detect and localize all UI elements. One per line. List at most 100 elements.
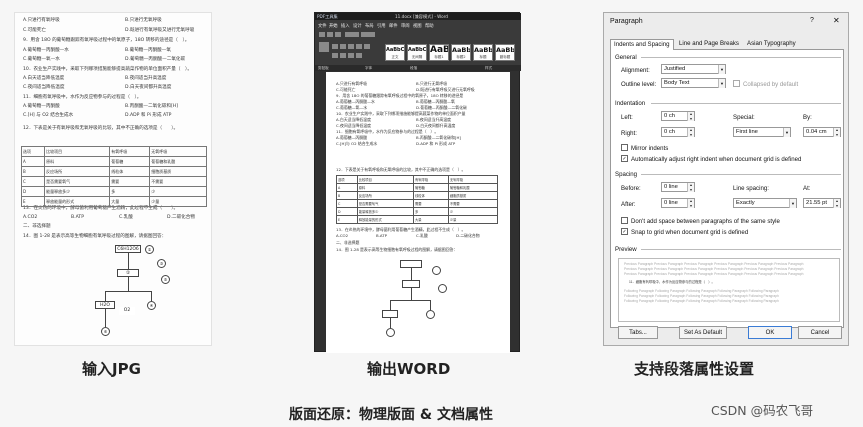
text-line: 10．农业生产实践中，采取下列哪项措施能够提高蔬菜作物的单位面积产量: [336, 111, 466, 116]
table-row: E 释放能量的形式 大量 少量: [20, 196, 207, 207]
set-as-default-button[interactable]: Set As Default: [679, 326, 727, 339]
style-name: 标题1: [434, 55, 444, 59]
text-line: 二、非选择题: [336, 240, 360, 245]
ok-button[interactable]: OK: [748, 326, 792, 339]
word-document-page[interactable]: A.只进行有氧呼吸 B.只进行无氧呼吸 C.可能死亡 D.既进行有氧呼吸又进行无氧呼吸…: [326, 72, 510, 353]
text-line: C.[H]与 O2 结合生成水: [336, 141, 378, 146]
cancel-button[interactable]: Cancel: [798, 326, 842, 339]
special-select[interactable]: First line ▼: [733, 127, 791, 137]
help-icon[interactable]: ?: [810, 17, 814, 24]
spinner-icon[interactable]: ▲ ▼: [687, 112, 694, 121]
spinner-icon[interactable]: ▲ ▼: [833, 128, 840, 137]
text-line: D.ADP 和 Pi 形成 ATP: [125, 113, 172, 118]
ribbon-tab[interactable]: 引用: [377, 23, 386, 29]
before-input[interactable]: 0 line ▲ ▼: [661, 182, 695, 192]
word-title-bar: PDF工具集 11.docx [兼容模式] - Word: [315, 13, 521, 20]
tab-asian-typography[interactable]: Asian Typography: [744, 39, 799, 50]
table-cell: 需要: [109, 176, 151, 187]
style-sample: AaBbC: [496, 46, 514, 54]
text-line: D.既进行有氧呼吸又进行无氧呼吸: [416, 87, 475, 92]
spinner-icon[interactable]: ▲ ▼: [833, 199, 840, 208]
text-line: A.葡萄糖—丙酮酸: [336, 135, 368, 140]
input-jpg-page: A.只进行有氧呼吸 B.只进行无氧呼吸 C.可能死亡 D.既进行有氧呼吸又进行无氧呼吸…: [14, 12, 212, 346]
table-cell: 线粒体: [412, 191, 449, 200]
word-ribbon: 文件开始插入设计布局引用邮件审阅视图帮助 AaBbCcD 正文 AaBbCcD 无间隔…: [315, 20, 521, 65]
watermark: CSDN @码农飞哥: [711, 403, 814, 418]
chevron-down-icon: ▼: [718, 79, 725, 88]
line-spacing-select[interactable]: Exactly ▼: [733, 198, 797, 208]
ribbon-tab[interactable]: 开始: [329, 23, 338, 29]
table-cell: 有氧呼吸: [412, 175, 449, 184]
style-gallery-item[interactable]: AaBbC标题: [473, 44, 493, 61]
outline-level-label: Outline level:: [621, 81, 657, 88]
outline-level-select[interactable]: Body Text ▼: [661, 78, 726, 88]
style-gallery-item[interactable]: AaBbCcD 无间隔: [407, 44, 427, 61]
close-icon[interactable]: ✕: [833, 16, 840, 25]
table-cell: D: [336, 207, 358, 216]
style-name: 正文: [391, 55, 399, 59]
jpg-respiration-diagram: C6H12O6 ① ② ③ H2O ④ ⑤ O2 ⑥: [85, 245, 175, 343]
style-gallery-item[interactable]: AaBbCcD 正文: [385, 44, 405, 61]
group-paragraph: 段落: [410, 66, 418, 70]
text-line: D.葡萄糖—丙酮酸—二氧化碳: [416, 105, 467, 110]
diagram-circle-3: ③: [157, 259, 166, 268]
ribbon-tab[interactable]: 视图: [413, 23, 422, 29]
style-sample: AaBl: [430, 45, 448, 55]
table-cell: 葡萄糖: [412, 183, 449, 192]
alignment-select[interactable]: Justified ▼: [661, 64, 726, 74]
table-row: B 反应场所 线粒体 细胞质基质: [20, 166, 207, 177]
style-name: 标题: [479, 55, 487, 59]
table-row: C 是否需要氧气 需要 不需要: [20, 176, 207, 187]
collapsed-checkbox[interactable]: [733, 80, 740, 87]
section-indentation: Indentation: [615, 100, 646, 107]
mirror-indents-checkbox[interactable]: [621, 144, 628, 151]
tab-line-and-page-breaks[interactable]: Line and Page Breaks: [676, 39, 742, 50]
style-gallery-item[interactable]: AaBbC标题2: [451, 44, 471, 61]
after-input[interactable]: 0 line ▲ ▼: [661, 198, 695, 208]
table-row: E 释放能量的形式 大量 少量: [336, 215, 499, 224]
ribbon-tab[interactable]: 文件: [318, 23, 327, 29]
text-line: 10．农业生产实践中，采取下列哪项措施能够提高蔬菜作物的单位面积产量（ ）。: [23, 67, 192, 72]
ribbon-tab[interactable]: 设计: [353, 23, 362, 29]
ribbon-tab[interactable]: 插入: [341, 23, 350, 29]
text-line: 13．在炎热的环境中，酵母菌利用葡萄糖产生酒精，此过程不生成（ ）。: [336, 227, 466, 232]
table-cell: 大量: [412, 215, 449, 224]
dont-add-space-checkbox[interactable]: [621, 217, 628, 224]
text-line: B.只进行无氧呼吸: [125, 18, 162, 23]
after-value: 0 line: [664, 200, 678, 206]
tabs-button[interactable]: Tabs...: [618, 326, 658, 339]
style-gallery-item[interactable]: AaBl标题1: [429, 44, 449, 61]
auto-adjust-checkbox[interactable]: ✓: [621, 155, 628, 162]
ribbon-tab[interactable]: 邮件: [389, 23, 398, 29]
text-line: 14．图 1-28 是表示高等生物细胞有氧呼吸过程的图解，请据图回答：: [336, 247, 458, 252]
table-cell: 反应场所: [356, 191, 414, 200]
left-indent-input[interactable]: 0 ch ▲ ▼: [661, 111, 695, 121]
ribbon-tab[interactable]: 审阅: [401, 23, 410, 29]
ribbon-tab[interactable]: 帮助: [425, 23, 434, 29]
table-cell: 能量释放多少: [44, 186, 111, 197]
pdf-toolset-label[interactable]: PDF工具集: [317, 14, 338, 19]
style-gallery-item[interactable]: AaBbC副标题: [495, 44, 515, 61]
alignment-value: Justified: [664, 66, 686, 72]
right-indent-input[interactable]: 0 ch ▲ ▼: [661, 127, 695, 137]
tab-indents-and-spacing[interactable]: Indents and Spacing: [610, 39, 674, 50]
outline-level-value: Body Text: [664, 80, 690, 86]
line-spacing-label: Line spacing:: [733, 185, 769, 192]
text-line: B.只进行无氧呼吸: [416, 81, 448, 86]
table-cell: 释放能量的形式: [44, 196, 111, 207]
by-input[interactable]: 0.04 cm ▲ ▼: [803, 127, 841, 137]
preview-current: 11．细胞有氧呼吸中，水作为反应物参与的过程是（ ）。: [629, 280, 715, 284]
spinner-icon[interactable]: ▲ ▼: [687, 183, 694, 192]
ribbon-tab[interactable]: 布局: [365, 23, 374, 29]
style-sample: AaBbC: [452, 46, 470, 54]
table-row: D 能量释放多少多少: [336, 207, 499, 216]
table-row: D 能量释放多少多少: [20, 186, 207, 197]
text-line: C.乳酸: [119, 215, 133, 220]
caption-paragraph-settings: 支持段落属性设置: [634, 360, 755, 378]
at-input[interactable]: 21.55 pt ▲ ▼: [803, 198, 841, 208]
table-cell: E: [336, 215, 358, 224]
spinner-icon[interactable]: ▲ ▼: [687, 128, 694, 137]
spinner-icon[interactable]: ▲ ▼: [687, 199, 694, 208]
snap-to-grid-checkbox[interactable]: ✓: [621, 228, 628, 235]
text-line: 9．用含 18O 的葡萄糖跟踪有氧呼吸过程中的氧原子，18O 转移的途径是（ ）…: [23, 38, 190, 43]
